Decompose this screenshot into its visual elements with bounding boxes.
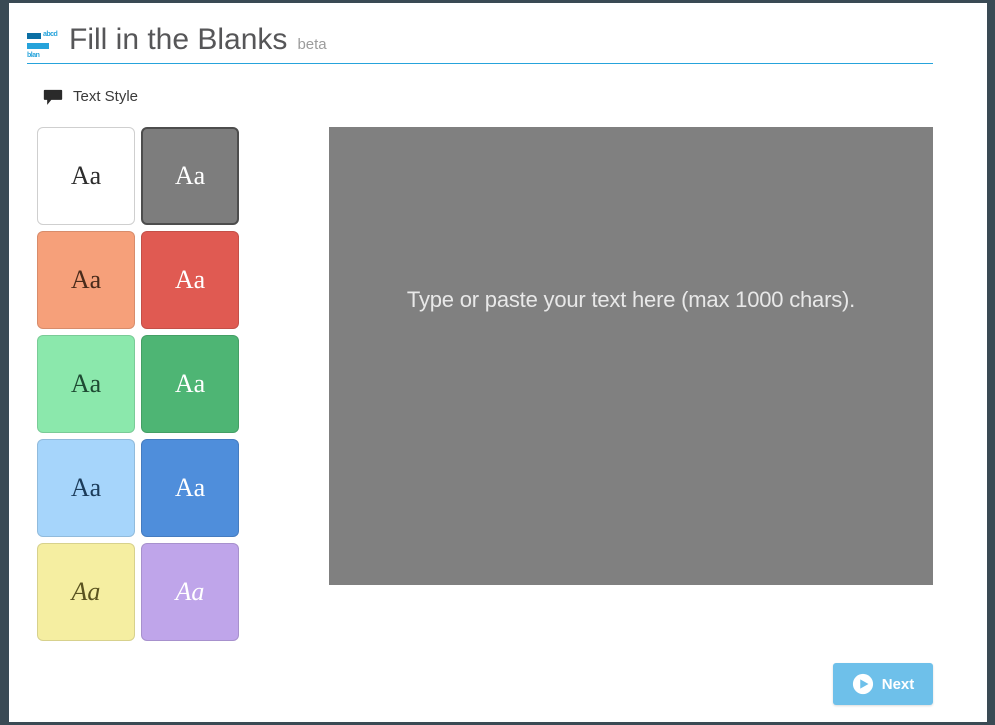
swatch-sample: Aa — [175, 265, 205, 295]
style-swatch-green[interactable]: Aa — [141, 335, 239, 433]
app-logo-icon: abcd blan — [27, 31, 57, 55]
footer: Next — [833, 663, 933, 705]
swatch-sample: Aa — [175, 473, 205, 503]
style-swatch-gray[interactable]: Aa — [141, 127, 239, 225]
beta-badge: beta — [297, 36, 326, 55]
style-swatch-white[interactable]: Aa — [37, 127, 135, 225]
style-swatch-mint[interactable]: Aa — [37, 335, 135, 433]
next-button-label: Next — [882, 676, 915, 693]
section-label-text: Text Style — [73, 88, 138, 105]
swatch-sample: Aa — [72, 577, 101, 607]
swatch-sample: Aa — [71, 369, 101, 399]
swatch-sample: Aa — [71, 473, 101, 503]
page-title: Fill in the Blanks — [69, 25, 287, 55]
section-label: Text Style — [43, 88, 987, 105]
body: Aa Aa Aa Aa Aa Aa Aa Aa Aa Aa — [9, 105, 987, 722]
play-circle-icon — [852, 673, 874, 695]
header: abcd blan Fill in the Blanks beta — [27, 25, 933, 64]
style-swatch-peach[interactable]: Aa — [37, 231, 135, 329]
close-icon[interactable] — [959, 6, 987, 34]
style-swatch-purple[interactable]: Aa — [141, 543, 239, 641]
swatch-sample: Aa — [71, 161, 101, 191]
swatch-sample: Aa — [175, 369, 205, 399]
next-button[interactable]: Next — [833, 663, 933, 705]
style-swatch-ltblue[interactable]: Aa — [37, 439, 135, 537]
style-swatch-grid: Aa Aa Aa Aa Aa Aa Aa Aa Aa Aa — [37, 127, 239, 722]
style-swatch-red[interactable]: Aa — [141, 231, 239, 329]
modal: abcd blan Fill in the Blanks beta Text S… — [9, 3, 987, 722]
swatch-sample: Aa — [176, 577, 205, 607]
style-swatch-blue[interactable]: Aa — [141, 439, 239, 537]
swatch-sample: Aa — [71, 265, 101, 295]
speech-bubble-icon — [43, 89, 63, 105]
text-input[interactable] — [329, 127, 933, 585]
swatch-sample: Aa — [175, 161, 205, 191]
style-swatch-yellow[interactable]: Aa — [37, 543, 135, 641]
